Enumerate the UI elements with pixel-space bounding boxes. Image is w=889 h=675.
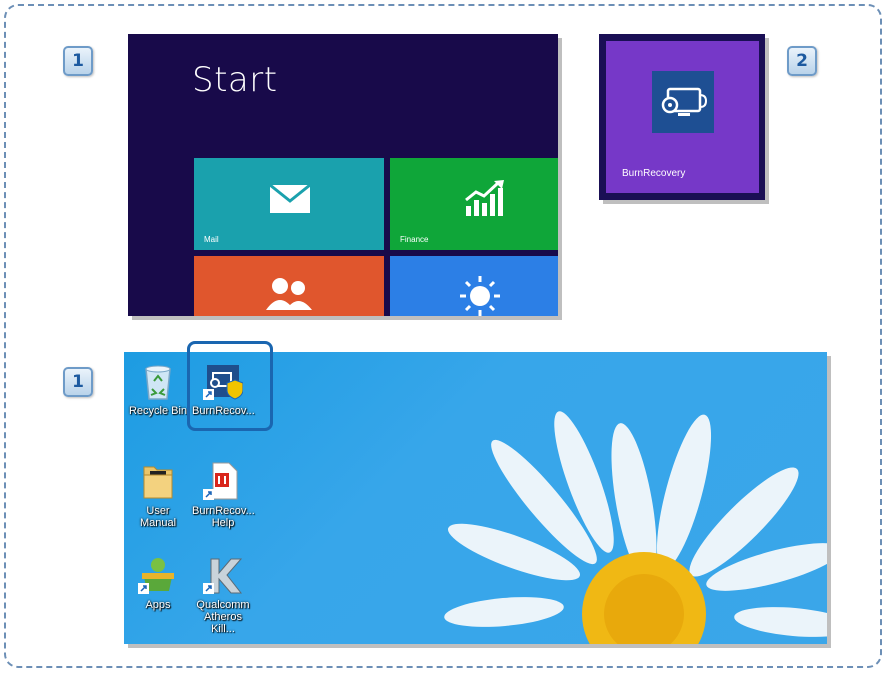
step-badge-1-desktop: 1 — [63, 367, 93, 397]
finance-tile-label: Finance — [400, 235, 429, 244]
mail-tile-label: Mail — [204, 235, 219, 244]
folder-icon — [138, 461, 178, 501]
desktop-icon-burnrecovery-help[interactable]: BurnRecov... Help — [192, 461, 255, 529]
people-icon — [264, 276, 314, 316]
desktop-icon-label: Qualcomm Atheros Kill... — [196, 599, 250, 635]
highlight-selection-box — [187, 341, 273, 431]
burnrecovery-tile-label: BurnRecovery — [622, 168, 686, 179]
desktop-icon-label: BurnRecov... Help — [192, 505, 255, 529]
start-title: Start — [192, 60, 278, 100]
apps-store-icon — [138, 555, 178, 595]
people-tile[interactable] — [194, 256, 384, 316]
start-screen: Start Mail Finance — [128, 34, 558, 316]
pdf-help-icon — [203, 461, 243, 501]
burnrecovery-tile[interactable]: BurnRecovery — [606, 41, 759, 193]
desktop-icon-label: Apps — [145, 599, 171, 611]
finance-chart-icon — [464, 180, 508, 221]
pinned-tile-screenshot: BurnRecovery — [599, 34, 765, 200]
desktop-icon-user-manual[interactable]: User Manual — [127, 461, 189, 529]
qualcomm-killer-icon — [203, 555, 243, 595]
burnrecovery-icon — [652, 71, 714, 133]
step-badge-1: 1 — [63, 46, 93, 76]
step-badge-2: 2 — [787, 46, 817, 76]
desktop-icon-label: Recycle Bin — [128, 405, 188, 417]
weather-sun-icon — [458, 274, 502, 316]
recycle-bin-icon — [138, 361, 178, 401]
mail-icon — [269, 183, 311, 219]
desktop-icon-qualcomm[interactable]: Qualcomm Atheros Kill... — [192, 555, 254, 635]
finance-tile[interactable]: Finance — [390, 158, 558, 250]
mail-tile[interactable]: Mail — [194, 158, 384, 250]
desktop-icon-recycle-bin[interactable]: Recycle Bin — [127, 361, 189, 417]
desktop-icon-apps[interactable]: Apps — [127, 555, 189, 611]
weather-tile[interactable] — [390, 256, 558, 316]
desktop-icon-label: User Manual — [139, 505, 177, 529]
